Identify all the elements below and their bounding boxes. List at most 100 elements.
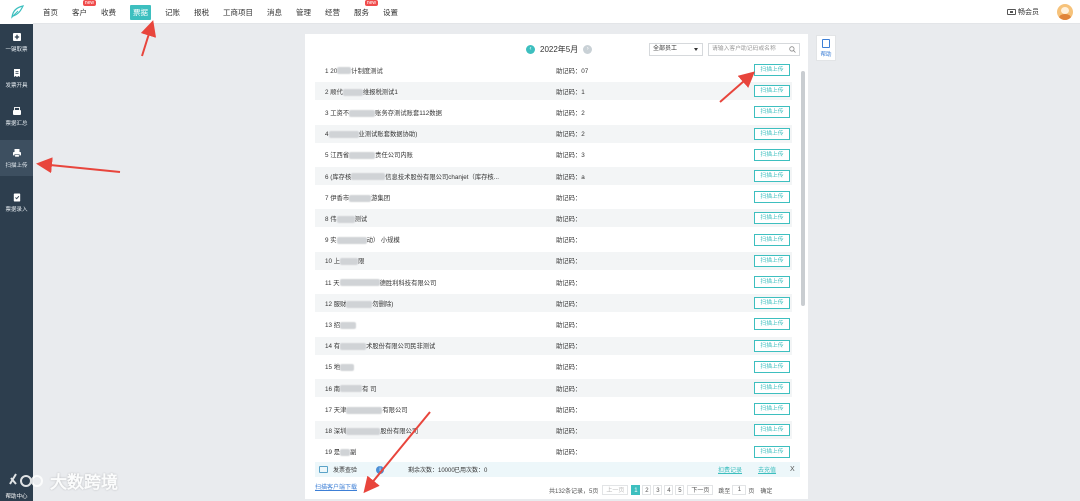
mnemonic-code: 助记码： xyxy=(556,385,582,393)
scan-upload-button[interactable]: 扫描上传 xyxy=(754,445,790,458)
stack-icon xyxy=(12,106,22,116)
customer-name-suffix: 信息技术股份有限公司chanjet（库存核... xyxy=(385,173,499,181)
customer-name-prefix: 13 招 xyxy=(325,321,341,329)
customer-name: 12 服财 勿删除) xyxy=(325,299,393,308)
page-number[interactable]: 2 xyxy=(642,485,652,495)
nav-item[interactable]: 票据 xyxy=(123,0,158,24)
member-label: 畅会员 xyxy=(1018,9,1039,16)
prev-page-button[interactable]: 上一页 xyxy=(602,485,629,495)
mnemonic-code: 助记码： xyxy=(556,427,582,435)
scan-upload-button[interactable]: 扫描上传 xyxy=(754,424,790,437)
scan-upload-button[interactable]: 扫描上传 xyxy=(754,148,790,161)
nav-item[interactable]: 首页 xyxy=(36,0,65,24)
billing-records-link[interactable]: 扣费记录 xyxy=(718,465,742,474)
list-item: 1 20 计制度测试 助记码：07 扫描上传 xyxy=(315,61,792,79)
info-icon[interactable]: i xyxy=(376,465,384,474)
redacted-text xyxy=(336,236,367,244)
search-icon[interactable] xyxy=(789,46,796,53)
scan-upload-button[interactable]: 扫描上传 xyxy=(754,170,790,182)
nav-item[interactable]: 设置 xyxy=(376,0,405,24)
nav-item[interactable]: 客户 new xyxy=(65,0,96,24)
customer-name: 11 天 德胜利科技有限公司 xyxy=(325,278,436,287)
nav-item[interactable]: 服务 new xyxy=(347,0,378,24)
scan-upload-button[interactable]: 扫描上传 xyxy=(754,254,790,267)
used-count: 已用次数：0 xyxy=(454,468,488,474)
avatar[interactable] xyxy=(1057,4,1073,20)
scan-upload-button[interactable]: 扫描上传 xyxy=(754,339,790,352)
redacted-text xyxy=(340,321,357,329)
nav-item-label: 记账 xyxy=(165,7,180,17)
customer-name-prefix: 12 服财 xyxy=(325,300,347,308)
help-button[interactable]: 帮助 xyxy=(816,35,836,61)
main-nav: 首页 客户 new 收费 票据 记账 报税 工商项目 消息 管理 经营 服务 new 设置 xyxy=(36,0,405,24)
customer-name: 9 实 动） 小规模 xyxy=(325,235,400,244)
scan-upload-button[interactable]: 扫描上传 xyxy=(754,233,790,246)
sidebar-item[interactable]: 票据录入 xyxy=(0,184,33,220)
confirm-goto-button[interactable]: 确定 xyxy=(760,486,772,495)
nav-item[interactable]: 经营 xyxy=(318,0,347,24)
watermark-logo-icon xyxy=(9,472,43,487)
scan-upload-button[interactable]: 扫描上传 xyxy=(754,382,790,394)
scan-upload-button[interactable]: 扫描上传 xyxy=(754,360,790,373)
customer-name-prefix: 4 xyxy=(325,131,329,139)
search-input[interactable]: 请输入客户助记码或名称 xyxy=(708,43,800,56)
staff-select[interactable]: 全部员工 xyxy=(649,43,703,56)
scan-upload-button[interactable]: 扫描上传 xyxy=(754,127,790,140)
list-item: 2 顺代 维报税测试1 助记码：1 扫描上传 xyxy=(315,82,792,101)
top-nav-bar: 首页 客户 new 收费 票据 记账 报税 工商项目 消息 管理 经营 服务 new 设置 畅会员 xyxy=(0,0,1080,24)
customer-name-suffix: 业测试账套数据协助) xyxy=(358,131,418,139)
nav-item[interactable]: 消息 xyxy=(260,0,289,24)
invoice-check-bar: 发票查验 i 剩余次数：10000 已用次数：0 扣费记录 去充值 X xyxy=(315,462,800,477)
nav-item[interactable]: 工商项目 xyxy=(216,0,260,24)
mnemonic-code: 助记码： xyxy=(556,237,582,245)
page-unit-label: 页 xyxy=(748,488,755,495)
scroll-thumb[interactable] xyxy=(801,71,805,306)
goto-page-input[interactable]: 1 xyxy=(732,485,747,495)
nav-item[interactable]: 记账 xyxy=(158,0,187,24)
scan-upload-button[interactable]: 扫描上传 xyxy=(754,276,790,288)
watermark: 大数跨境 xyxy=(8,468,118,493)
scan-upload-button[interactable]: 扫描上传 xyxy=(754,191,790,204)
customer-name-suffix: 账务存测试账套112数据 xyxy=(375,109,442,117)
nav-item[interactable]: 报税 xyxy=(187,0,216,24)
leaf-logo-icon xyxy=(10,5,24,19)
scan-upload-button[interactable]: 扫描上传 xyxy=(754,64,790,76)
list-item: 7 伊香市 游集团 助记码： 扫描上传 xyxy=(315,188,792,206)
customer-name-prefix: 1 20 xyxy=(325,67,338,75)
scan-upload-button[interactable]: 扫描上传 xyxy=(754,318,790,331)
sidebar-item[interactable]: 票据汇总 xyxy=(0,98,33,134)
customer-name: 1 20 计制度测试 xyxy=(325,66,383,75)
page-number[interactable]: 4 xyxy=(664,485,674,495)
customer-name-suffix: 维报税测试1 xyxy=(362,88,398,96)
scan-upload-button[interactable]: 扫描上传 xyxy=(754,85,790,98)
scan-upload-button[interactable]: 扫描上传 xyxy=(754,212,790,225)
page-number[interactable]: 3 xyxy=(653,485,663,495)
close-icon[interactable]: X xyxy=(790,466,795,473)
scan-upload-button[interactable]: 扫描上传 xyxy=(754,403,790,416)
sidebar-item[interactable]: 一键取票 xyxy=(0,24,33,60)
customer-name: 4 业测试账套数据协助) xyxy=(325,129,417,138)
nav-item[interactable]: 收费 xyxy=(94,0,123,24)
sidebar-item[interactable]: 发票开具 xyxy=(0,60,33,96)
customer-name: 3 工资不 账务存测试账套112数据 xyxy=(325,108,442,117)
next-page-button[interactable]: 下一页 xyxy=(687,485,714,495)
sidebar-item-label: 票据汇总 xyxy=(5,120,28,127)
app-logo[interactable] xyxy=(0,0,33,24)
chevron-left-icon[interactable]: ‹ xyxy=(526,45,535,54)
sidebar-item[interactable]: 扫描上传 xyxy=(0,140,33,176)
member-link[interactable]: 畅会员 xyxy=(1007,7,1039,17)
scan-upload-button[interactable]: 扫描上传 xyxy=(754,106,790,119)
page-number[interactable]: 5 xyxy=(675,485,685,495)
customer-name-suffix: 有 司 xyxy=(362,385,377,393)
scan-upload-button[interactable]: 扫描上传 xyxy=(754,297,790,310)
page-number[interactable]: 1 xyxy=(631,485,641,495)
redacted-text xyxy=(346,300,373,308)
goto-label: 跳至 xyxy=(718,488,731,495)
recharge-link[interactable]: 去充值 xyxy=(758,465,776,474)
nav-item[interactable]: 管理 xyxy=(289,0,318,24)
mnemonic-code: 助记码： xyxy=(556,343,582,351)
customer-name: 14 有 术股份有限公司民非测试 xyxy=(325,341,435,350)
chevron-right-icon[interactable]: › xyxy=(583,45,593,54)
scan-client-download-link[interactable]: 扫描客户端下载 xyxy=(315,482,357,491)
scrollbar[interactable] xyxy=(800,71,806,461)
